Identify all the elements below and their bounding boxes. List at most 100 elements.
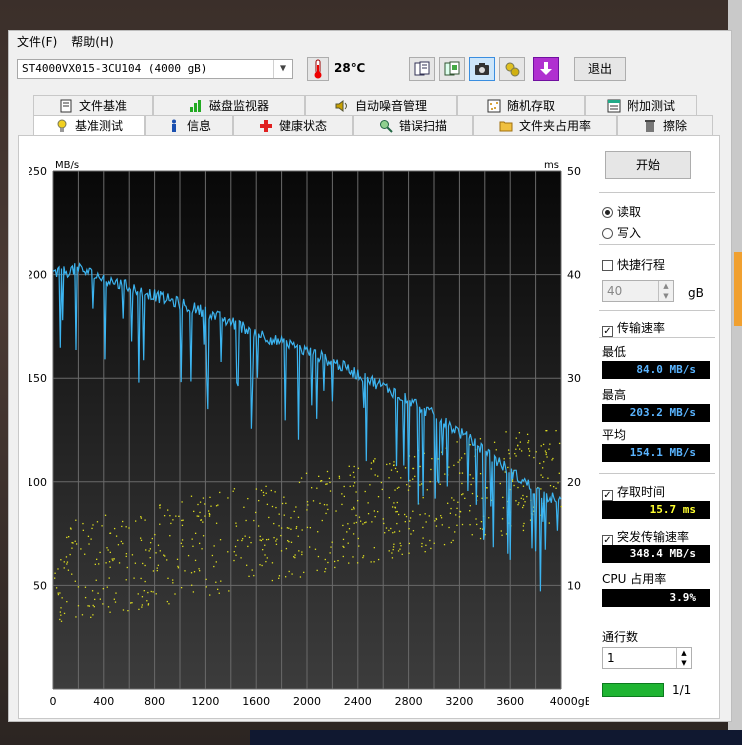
tab-file-benchmark[interactable]: 文件基准 <box>33 95 153 115</box>
tab-benchmark[interactable]: 基准测试 <box>33 115 145 135</box>
access-time-point <box>515 455 517 457</box>
chevron-up-icon[interactable]: ▲ <box>676 648 691 658</box>
tab-aam[interactable]: 自动噪音管理 <box>305 95 457 115</box>
exit-button[interactable]: 退出 <box>574 57 626 81</box>
screenshot-button[interactable] <box>469 57 495 81</box>
access-time-point <box>527 441 529 444</box>
access-time-point <box>247 545 249 548</box>
access-time-point <box>401 553 403 556</box>
access-time-point <box>549 443 551 445</box>
access-time-point <box>60 607 62 609</box>
burst-rate-checkbox[interactable]: ✓ 突发传输速率 <box>602 528 689 546</box>
access-time-point <box>509 457 511 459</box>
access-time-point <box>324 558 326 561</box>
access-time-point <box>555 430 557 432</box>
access-time-point <box>502 496 504 499</box>
access-time-point <box>66 536 68 539</box>
chevron-down-icon[interactable]: ▼ <box>676 658 691 668</box>
access-time-point <box>207 510 210 512</box>
copy-screenshot-button[interactable] <box>439 57 465 81</box>
tab-info[interactable]: 信息 <box>145 115 233 135</box>
access-time-point <box>370 468 372 470</box>
access-time-point <box>519 448 521 450</box>
access-time-point <box>60 614 62 616</box>
passes-input[interactable]: 1 ▲ ▼ <box>602 647 692 669</box>
tab-erase[interactable]: 擦除 <box>617 115 713 135</box>
tab-disk-monitor[interactable]: 磁盘监视器 <box>153 95 305 115</box>
benchmark-chart: 0 400 800 1200 1600 2000 2400 2800 3200 3600 4000g… <box>29 160 589 708</box>
access-time-point <box>560 505 562 508</box>
access-time-point <box>540 445 542 447</box>
access-time-point <box>246 564 248 566</box>
access-time-point <box>455 514 457 516</box>
access-time-point <box>454 531 456 533</box>
read-label: 读取 <box>617 205 642 219</box>
menu-help[interactable]: 帮助(H) <box>65 33 119 50</box>
access-time-point <box>461 482 463 485</box>
access-time-point <box>440 517 443 519</box>
quick-stroke-size-input[interactable]: 40 ▲ ▼ <box>602 280 674 302</box>
access-time-point <box>412 467 415 470</box>
quick-stroke-checkbox[interactable]: 快捷行程 <box>602 256 665 273</box>
tab-folder-usage[interactable]: 文件夹占用率 <box>473 115 617 135</box>
access-time-point <box>479 472 482 475</box>
tab-error-scan[interactable]: 错误扫描 <box>353 115 473 135</box>
access-time-point <box>286 527 289 529</box>
access-time-point <box>461 472 464 474</box>
tab-random-access[interactable]: 随机存取 <box>457 95 585 115</box>
access-time-point <box>318 475 320 478</box>
y-tick-label: 200 <box>29 269 47 282</box>
access-time-point <box>288 541 290 543</box>
access-time-checkbox[interactable]: ✓ 存取时间 <box>602 483 665 501</box>
tab-label: 附加测试 <box>626 99 675 113</box>
tab-label: 文件夹占用率 <box>518 119 591 133</box>
access-time-point <box>373 510 376 512</box>
file-benchmark-icon <box>60 99 72 112</box>
access-time-point <box>330 546 332 548</box>
transfer-rate-checkbox[interactable]: ✓ 传输速率 <box>602 319 665 337</box>
read-radio[interactable]: 读取 <box>602 203 641 220</box>
access-time-point <box>410 533 412 535</box>
options-button[interactable] <box>499 57 525 81</box>
access-time-point <box>191 584 193 586</box>
access-time-point <box>90 538 92 540</box>
menu-file[interactable]: 文件(F) <box>11 33 63 50</box>
access-time-point <box>120 540 123 543</box>
access-time-point <box>403 513 406 516</box>
chevron-down-icon[interactable]: ▼ <box>658 291 673 301</box>
start-button[interactable]: 开始 <box>605 151 691 179</box>
access-time-point <box>557 482 559 484</box>
chevron-down-icon[interactable]: ▼ <box>273 60 292 78</box>
write-radio[interactable]: 写入 <box>602 224 641 241</box>
access-time-point <box>434 520 436 522</box>
access-time-point <box>268 516 270 519</box>
access-time-point <box>278 525 280 527</box>
drive-select[interactable]: ST4000VX015-3CU104 (4000 gB) ▼ <box>17 59 293 79</box>
save-button[interactable] <box>533 57 559 81</box>
access-time-point <box>127 609 129 612</box>
access-time-point <box>275 543 278 545</box>
access-time-point <box>74 580 76 582</box>
access-time-point <box>166 559 168 561</box>
access-time-point <box>396 470 399 473</box>
chevron-up-icon[interactable]: ▲ <box>658 281 673 291</box>
max-label: 最高 <box>602 388 627 402</box>
access-time-point <box>248 575 250 577</box>
access-time-point <box>141 596 144 598</box>
access-time-point <box>501 534 503 536</box>
access-time-point <box>108 577 110 579</box>
tab-health[interactable]: 健康状态 <box>233 115 353 135</box>
access-time-point <box>200 519 202 521</box>
access-time-point <box>190 495 193 497</box>
access-time-point <box>94 598 96 601</box>
y2-tick-label: 10 <box>567 579 581 592</box>
access-time-point <box>271 579 274 582</box>
access-time-point <box>364 490 366 493</box>
tab-extra-tests[interactable]: 附加测试 <box>585 95 697 115</box>
progress-bar <box>602 683 664 697</box>
copy-text-button[interactable] <box>409 57 435 81</box>
access-time-point <box>404 521 406 523</box>
access-time-point <box>264 544 266 546</box>
access-time-point <box>265 560 267 563</box>
access-time-point <box>479 438 482 440</box>
